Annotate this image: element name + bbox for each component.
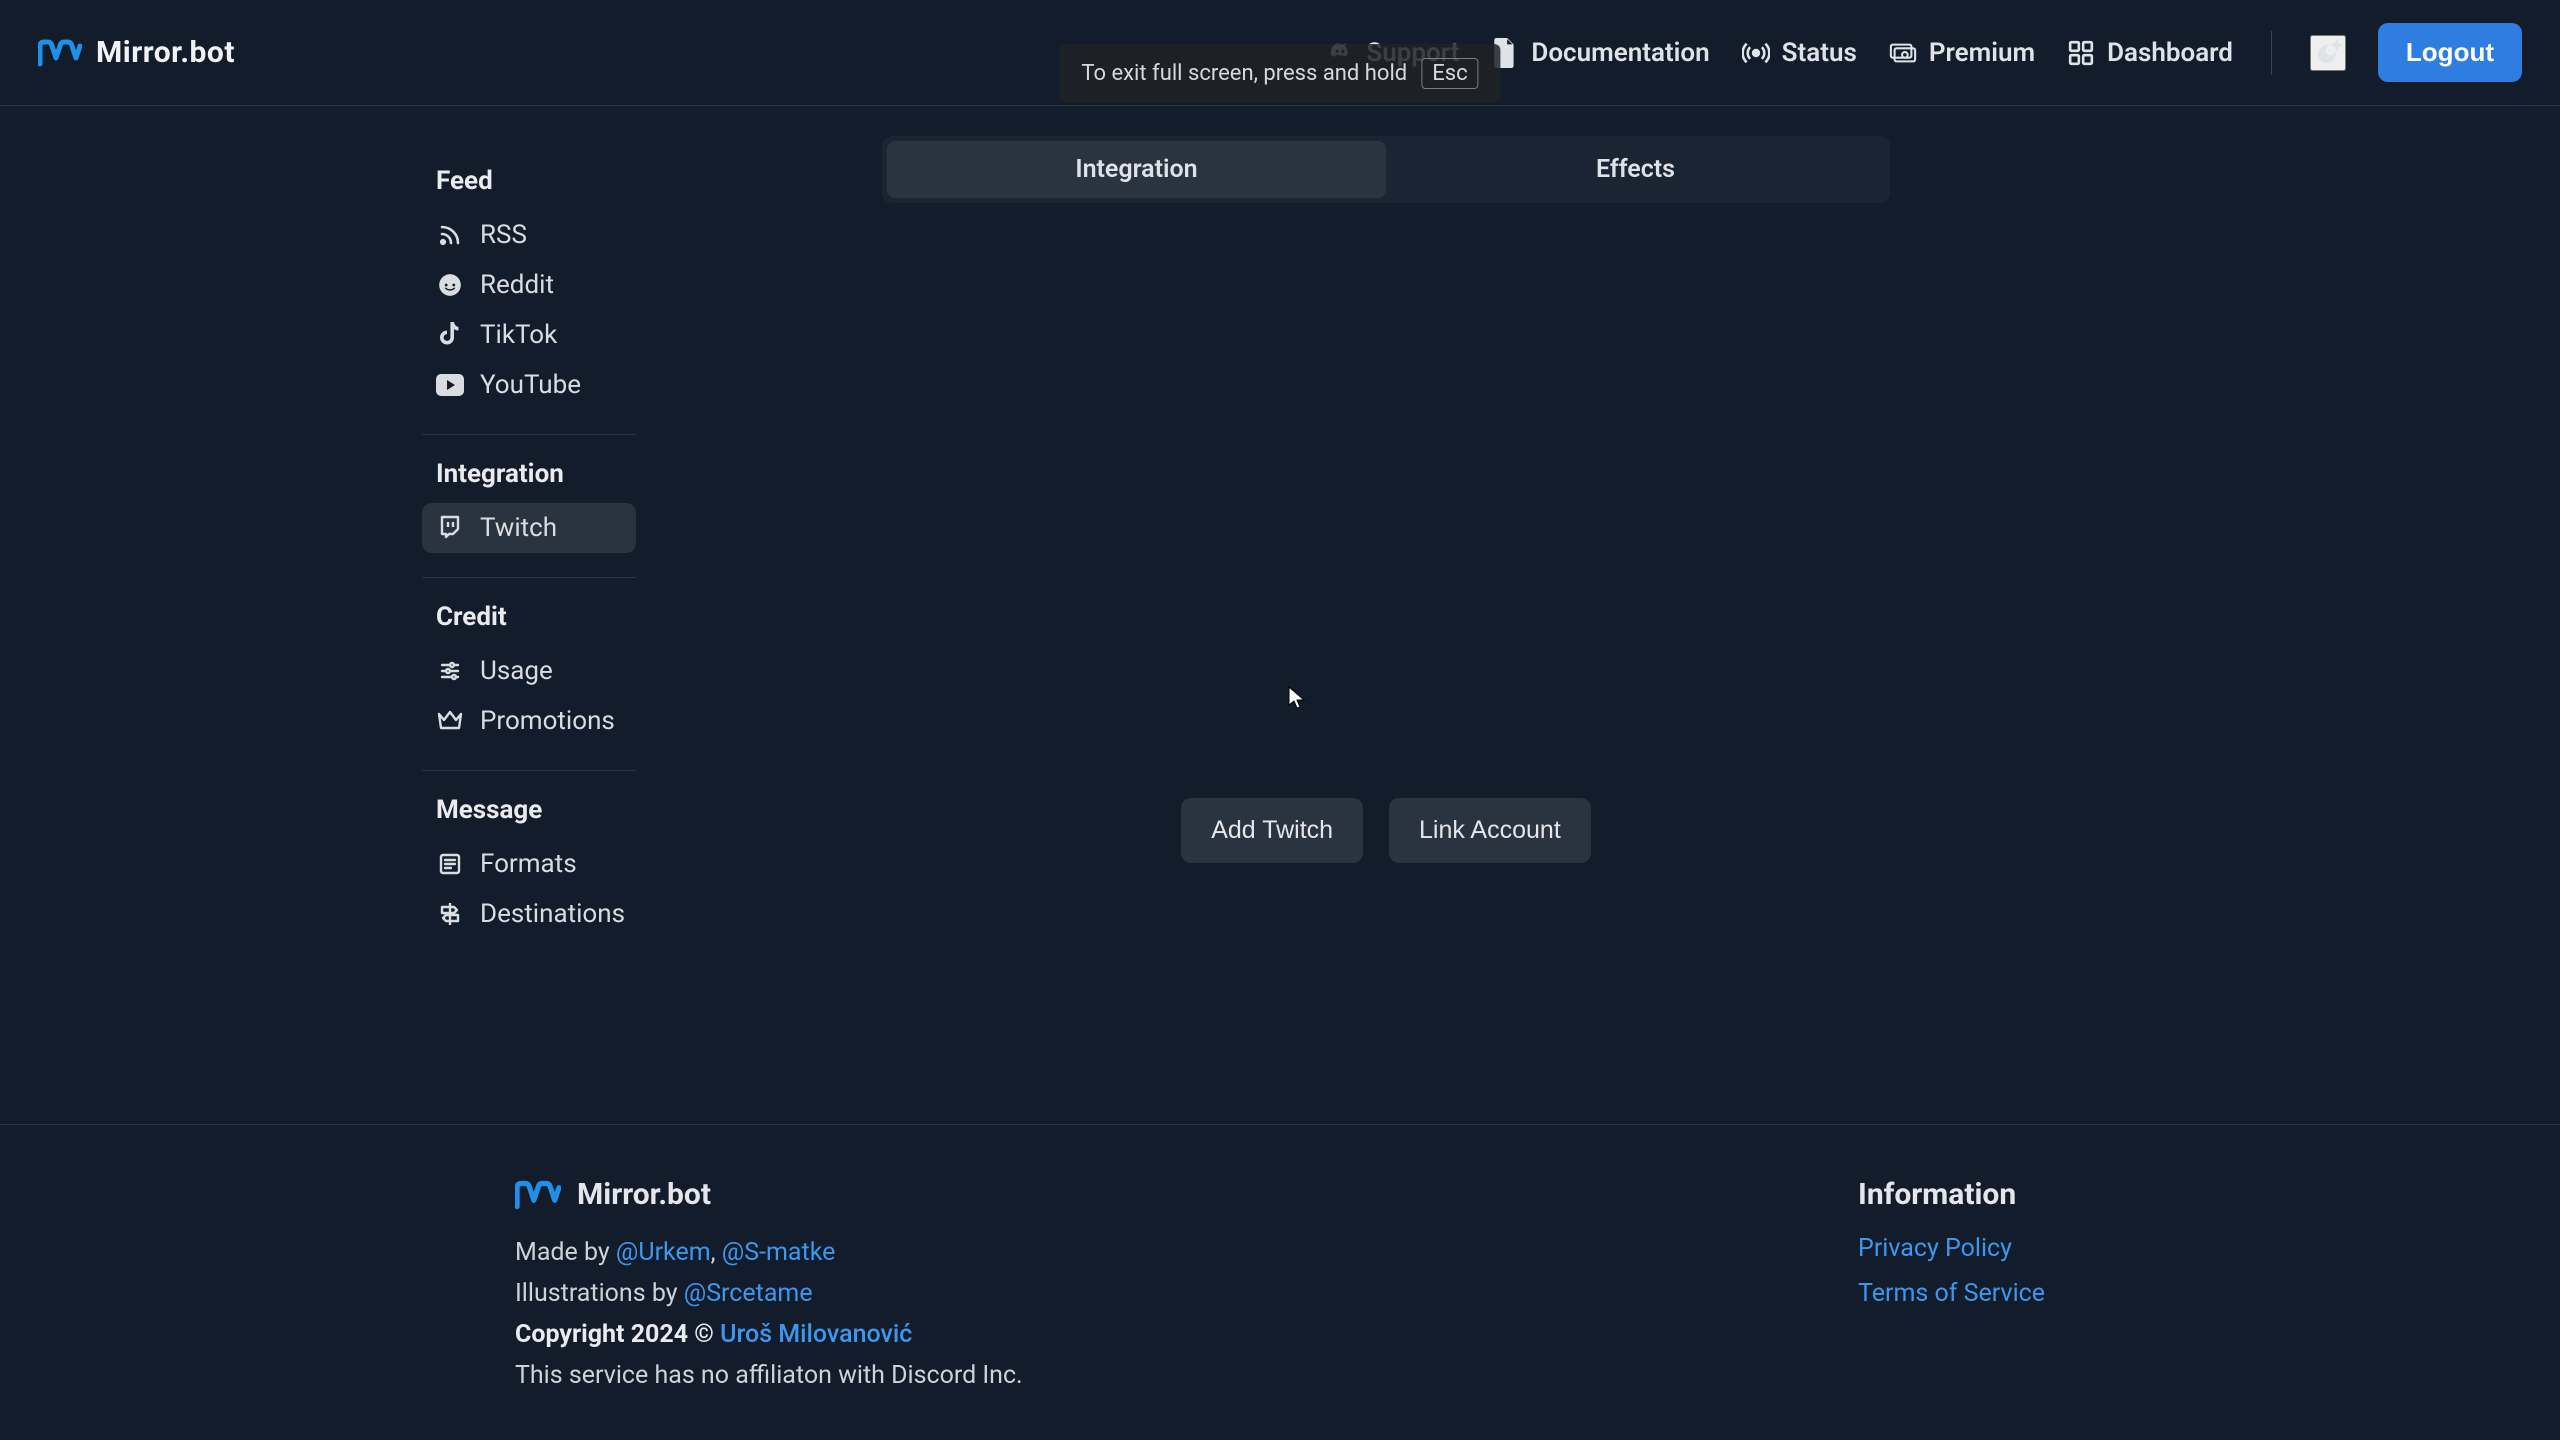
sidebar-heading-message: Message (436, 795, 622, 825)
sidebar-item-tiktok[interactable]: TikTok (422, 310, 636, 360)
brand-name: Mirror.bot (96, 35, 235, 70)
tab-integration[interactable]: Integration (887, 141, 1386, 198)
header-nav: Support Documentation Status Premium Das… (1326, 23, 2522, 82)
dashboard-icon (2067, 39, 2095, 67)
footer-disclaimer: This service has no affiliaton with Disc… (515, 1361, 1023, 1390)
twitch-icon (436, 514, 464, 542)
integration-empty-state: Add Twitch Link Account (882, 203, 1890, 863)
action-buttons: Add Twitch Link Account (1181, 798, 1591, 863)
link-srcetame[interactable]: @Srcetame (684, 1279, 813, 1308)
sidebar-heading-integration: Integration (436, 459, 622, 489)
sidebar-item-usage[interactable]: Usage (422, 646, 636, 696)
logo-icon (38, 38, 82, 68)
link-account-button[interactable]: Link Account (1389, 798, 1591, 863)
signpost-icon (436, 900, 464, 928)
fullscreen-toast-text: To exit full screen, press and hold (1081, 61, 1407, 86)
crown-icon (436, 707, 464, 735)
sidebar: Feed RSS Reddit TikTok (436, 136, 622, 939)
sidebar-section-credit: Credit Usage Promotions (436, 602, 622, 746)
sidebar-item-destinations[interactable]: Destinations (422, 889, 636, 939)
sidebar-section-integration: Integration Twitch (436, 459, 622, 553)
footer-copyright: Copyright 2024 © Uroš Milovanović (515, 1320, 1023, 1349)
premium-icon (1889, 39, 1917, 67)
brand-link[interactable]: Mirror.bot (38, 35, 235, 70)
list-icon (436, 850, 464, 878)
header: Mirror.bot Support Documentation Status … (0, 0, 2560, 106)
page-body: Feed RSS Reddit TikTok (0, 106, 2560, 939)
sidebar-divider (422, 577, 636, 578)
sidebar-section-message: Message Formats Destinations (436, 795, 622, 939)
tab-effects[interactable]: Effects (1386, 141, 1885, 198)
link-urkem[interactable]: @Urkem (616, 1238, 711, 1267)
footer-illustrations: Illustrations by @Srcetame (515, 1279, 1023, 1308)
logout-button[interactable]: Logout (2378, 23, 2522, 82)
sidebar-section-feed: Feed RSS Reddit TikTok (436, 166, 622, 410)
reddit-icon (436, 271, 464, 299)
sidebar-divider (422, 434, 636, 435)
sidebar-item-twitch[interactable]: Twitch (422, 503, 636, 553)
sidebar-heading-credit: Credit (436, 602, 622, 632)
esc-key-badge: Esc (1421, 58, 1478, 89)
sliders-icon (436, 657, 464, 685)
footer-brand-name: Mirror.bot (577, 1177, 711, 1212)
sidebar-heading-feed: Feed (436, 166, 622, 196)
add-twitch-button[interactable]: Add Twitch (1181, 798, 1363, 863)
link-smatke[interactable]: @S-matke (722, 1238, 836, 1267)
nav-premium[interactable]: Premium (1889, 38, 2035, 68)
sidebar-item-promotions[interactable]: Promotions (422, 696, 636, 746)
tab-bar: Integration Effects (882, 136, 1890, 203)
sidebar-divider (422, 770, 636, 771)
moon-sun-icon (2313, 38, 2343, 68)
footer-made-by: Made by @Urkem, @S-matke (515, 1238, 1023, 1267)
sidebar-item-reddit[interactable]: Reddit (422, 260, 636, 310)
mouse-cursor (1288, 686, 1306, 710)
nav-status[interactable]: Status (1742, 38, 1857, 68)
footer-right: Information Privacy Policy Terms of Serv… (1858, 1177, 2045, 1402)
nav-separator (2271, 31, 2272, 75)
theme-toggle[interactable] (2310, 35, 2346, 71)
fullscreen-toast: To exit full screen, press and hold Esc (1059, 44, 1500, 103)
link-uros[interactable]: Uroš Milovanović (720, 1320, 912, 1349)
rss-icon (436, 221, 464, 249)
footer-left: Mirror.bot Made by @Urkem, @S-matke Illu… (515, 1177, 1023, 1402)
sidebar-item-rss[interactable]: RSS (422, 210, 636, 260)
broadcast-icon (1742, 39, 1770, 67)
nav-dashboard[interactable]: Dashboard (2067, 38, 2233, 68)
sidebar-item-youtube[interactable]: YouTube (422, 360, 636, 410)
link-terms-of-service[interactable]: Terms of Service (1858, 1279, 2045, 1308)
sidebar-item-formats[interactable]: Formats (422, 839, 636, 889)
footer-brand: Mirror.bot (515, 1177, 1023, 1212)
main-content: Integration Effects Add Twitch Link Acco… (622, 136, 1890, 939)
footer: Mirror.bot Made by @Urkem, @S-matke Illu… (0, 1124, 2560, 1402)
logo-icon (515, 1179, 561, 1211)
footer-info-heading: Information (1858, 1177, 2045, 1212)
youtube-icon (436, 371, 464, 399)
tiktok-icon (436, 321, 464, 349)
nav-documentation[interactable]: Documentation (1491, 38, 1709, 68)
link-privacy-policy[interactable]: Privacy Policy (1858, 1234, 2045, 1263)
